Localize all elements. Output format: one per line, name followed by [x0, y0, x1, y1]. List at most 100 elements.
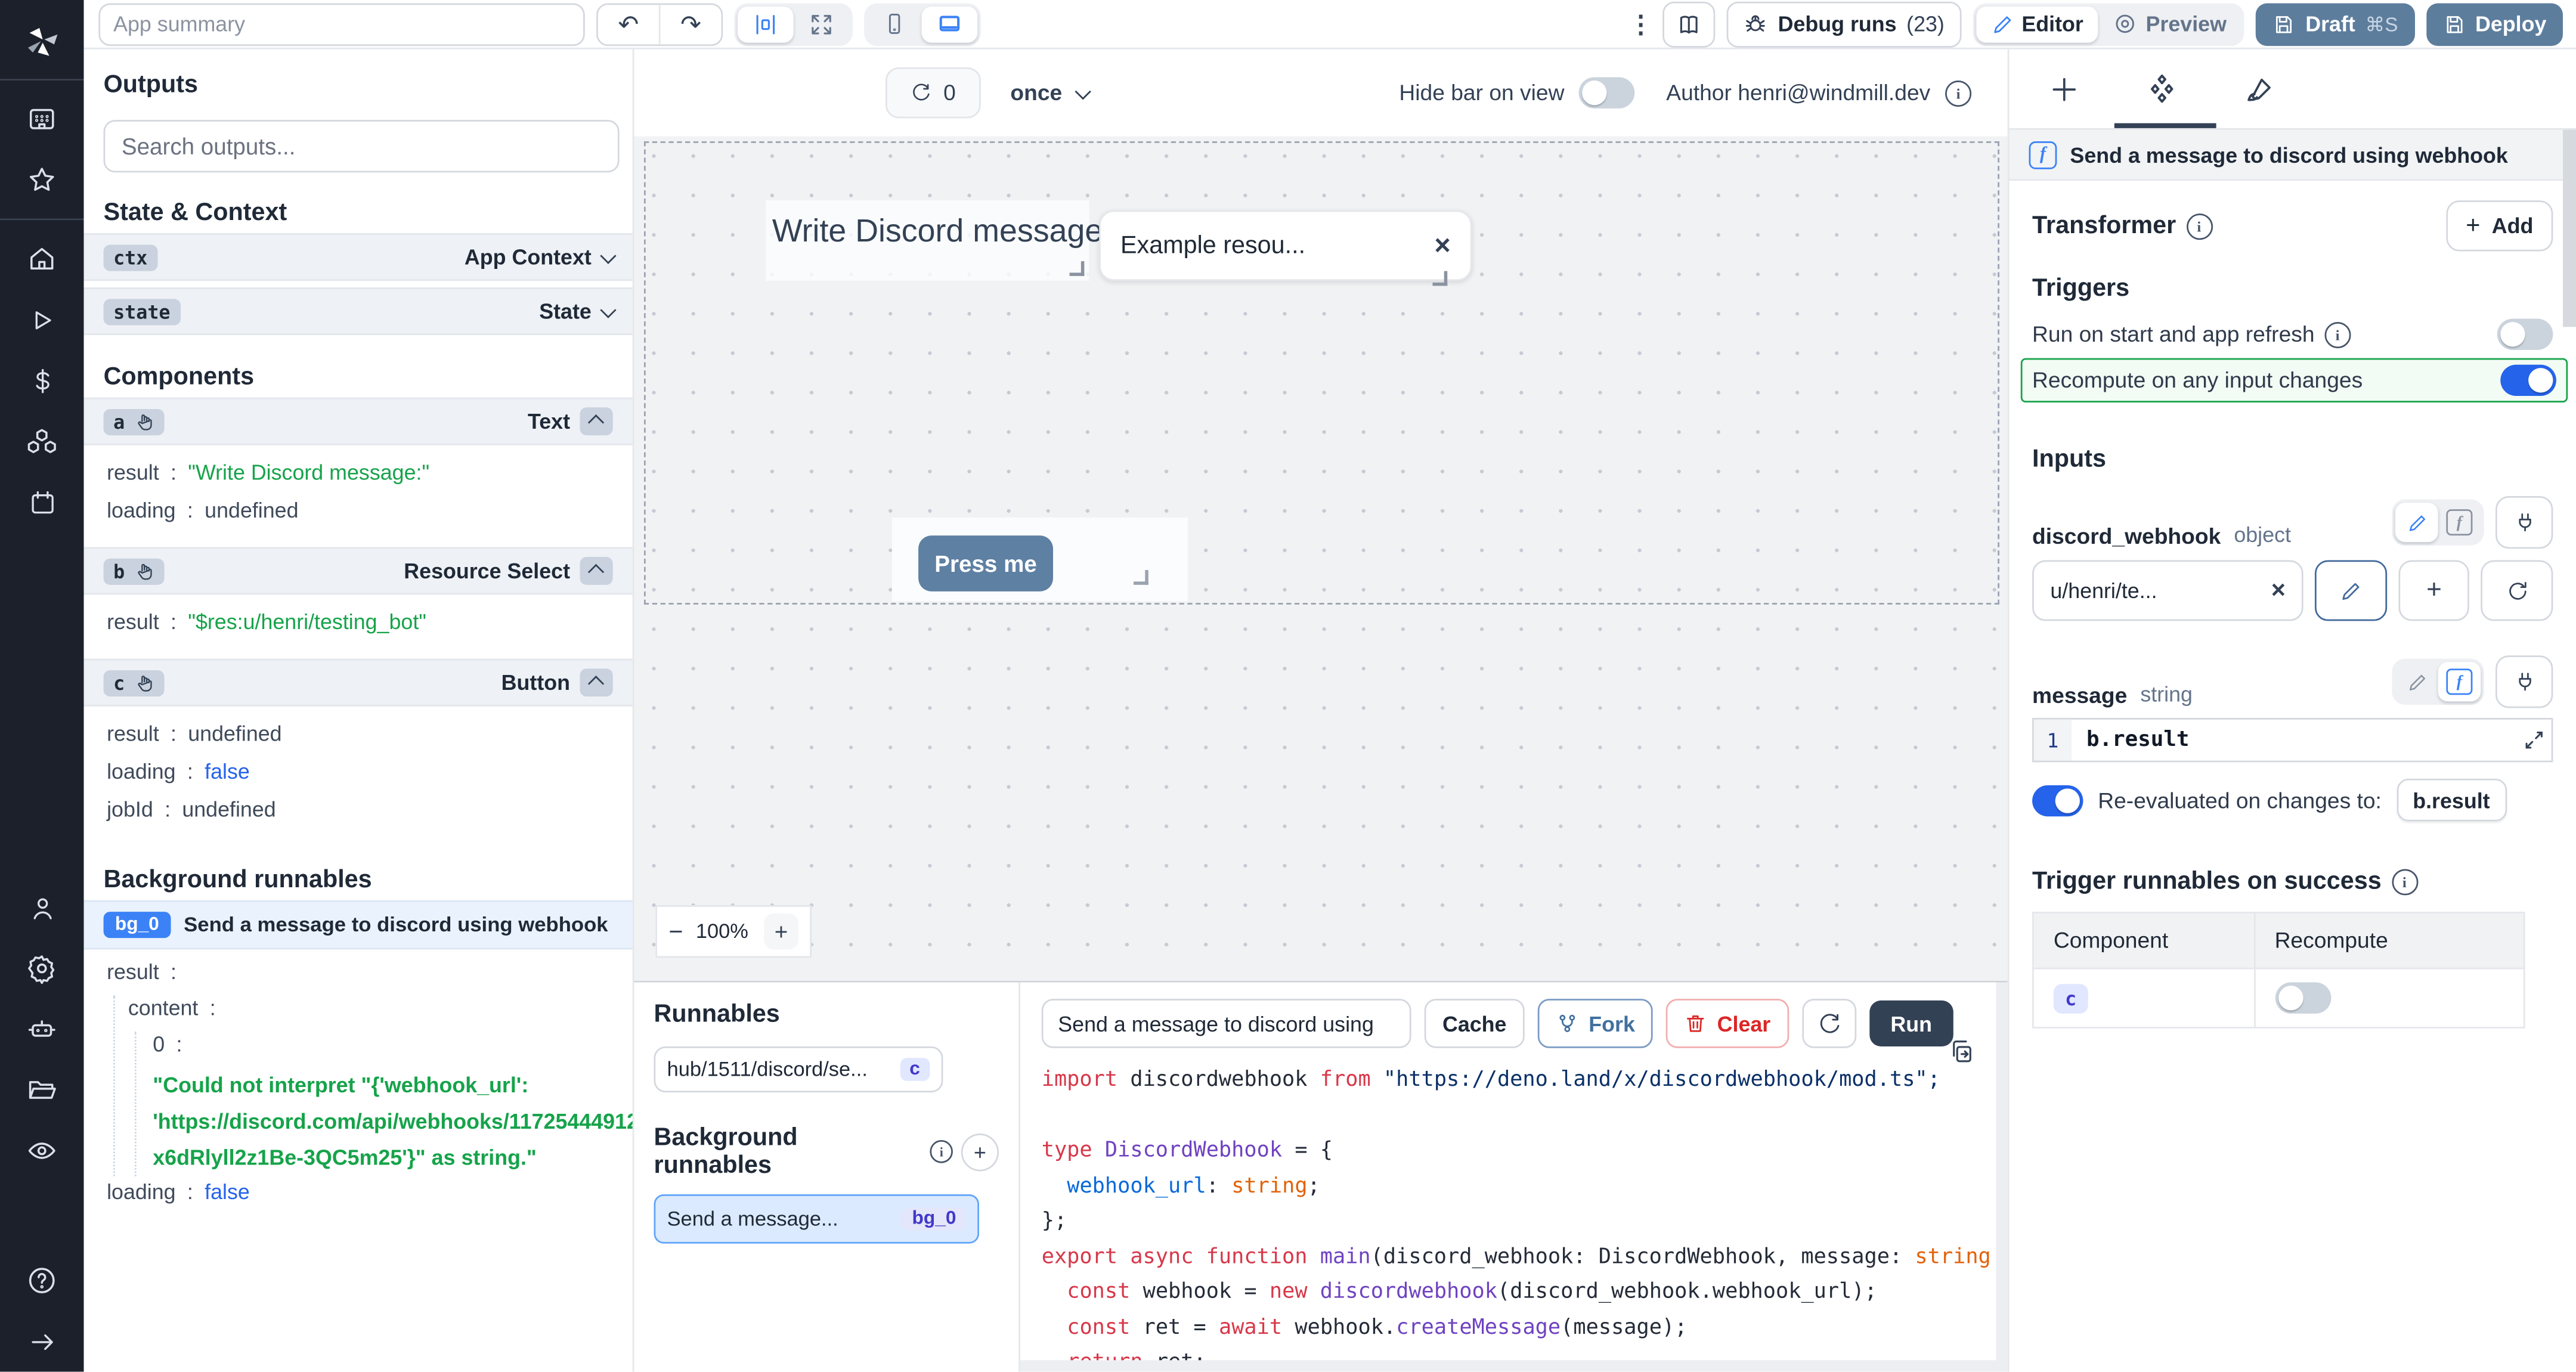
runnable-item[interactable]: hub/1511/discord/se... c [654, 1047, 943, 1093]
component-badge[interactable]: c [104, 670, 165, 696]
resize-handle[interactable] [1070, 261, 1085, 276]
component-row-a[interactable]: aText [84, 398, 633, 445]
resize-handle[interactable] [1134, 570, 1148, 585]
add-transformer-button[interactable]: +Add [2446, 200, 2553, 251]
trigger-toggle[interactable] [2500, 365, 2556, 396]
favorites-star-icon[interactable] [0, 150, 84, 210]
component-badge[interactable]: b [104, 558, 165, 584]
add-background-runnable-button[interactable]: + [961, 1133, 999, 1170]
info-icon[interactable]: i [930, 1141, 953, 1164]
message-expression-editor[interactable]: 1 b.result [2032, 718, 2553, 762]
more-menu-icon[interactable]: ⋮ [1628, 9, 1652, 39]
code-vertical-scrollbar[interactable] [1996, 983, 2007, 1372]
clear-resource-icon[interactable]: × [2271, 577, 2286, 605]
button-component-card[interactable]: Press me [892, 518, 1188, 602]
app-canvas[interactable]: Write Discord message: Example resou... … [634, 137, 2007, 981]
collapse-button[interactable] [580, 407, 613, 435]
center-layout-button[interactable] [738, 6, 794, 42]
fullscreen-layout-button[interactable] [794, 6, 850, 42]
expression-mode-fn-button[interactable]: f [2438, 662, 2481, 701]
styling-brush-tab[interactable] [2244, 73, 2275, 104]
copy-icon[interactable] [1949, 1039, 1975, 1065]
mobile-view-button[interactable] [868, 6, 922, 42]
expression-mode-fn-button[interactable]: f [2438, 503, 2481, 542]
settings-scrollbar[interactable] [2563, 130, 2576, 327]
editor-tab[interactable]: Editor [1976, 6, 2098, 42]
interval-select[interactable]: once [1010, 80, 1086, 105]
preview-tab[interactable]: Preview [2098, 6, 2241, 42]
component-row-b[interactable]: bResource Select [84, 547, 633, 594]
deploy-button[interactable]: Deploy [2426, 2, 2563, 45]
script-name-input[interactable] [1042, 999, 1411, 1049]
user-icon[interactable] [0, 878, 84, 939]
app-summary-input[interactable] [98, 2, 585, 45]
collapse-button[interactable] [580, 668, 613, 696]
resource-select-component[interactable]: Example resou... × [1099, 210, 1472, 281]
variables-dollar-icon[interactable] [0, 350, 84, 411]
code-content[interactable]: import discordwebhook from "https://deno… [1042, 1063, 2008, 1372]
help-icon[interactable] [0, 1250, 84, 1311]
collapse-button[interactable] [580, 557, 613, 585]
static-mode-pencil-button[interactable] [2395, 503, 2438, 542]
background-runnable-row[interactable]: bg_0 Send a message to discord using web… [84, 900, 633, 950]
clear-selection-icon[interactable]: × [1434, 229, 1450, 262]
code-horizontal-scrollbar[interactable] [1020, 1361, 1996, 1372]
windmill-logo[interactable] [0, 10, 84, 71]
undo-button[interactable]: ↶ [598, 4, 659, 44]
resources-cubes-icon[interactable] [0, 411, 84, 472]
run-button[interactable]: Run [1869, 1001, 1953, 1046]
trigger-toggle[interactable] [2497, 318, 2553, 349]
runs-play-icon[interactable] [0, 289, 84, 350]
zoom-out-button[interactable]: − [668, 918, 683, 946]
zoom-in-button[interactable]: + [764, 913, 798, 950]
refresh-counter[interactable]: 0 [886, 67, 981, 118]
text-component[interactable]: Write Discord message: [766, 200, 1089, 281]
info-icon[interactable]: i [2391, 868, 2417, 894]
reevaluate-toggle[interactable] [2032, 785, 2083, 816]
state-context-row[interactable]: stateState [84, 287, 633, 335]
info-icon[interactable]: i [2324, 321, 2351, 348]
clear-button[interactable]: Clear [1666, 999, 1788, 1049]
audit-eye-icon[interactable] [0, 1120, 84, 1181]
info-icon[interactable]: i [2186, 213, 2212, 239]
component-badge[interactable]: a [104, 408, 165, 435]
component-id: a [113, 410, 125, 433]
fork-button[interactable]: Fork [1538, 999, 1653, 1049]
state-context-row[interactable]: ctxApp Context [84, 233, 633, 281]
chevron-down-icon[interactable] [600, 302, 616, 318]
folders-icon[interactable] [0, 1060, 84, 1121]
docs-book-button[interactable] [1663, 1, 1716, 47]
press-me-button[interactable]: Press me [918, 535, 1053, 591]
recompute-toggle[interactable] [2275, 983, 2331, 1014]
info-icon[interactable]: i [1945, 80, 1971, 106]
background-runnable-item-selected[interactable]: Send a message... bg_0 [654, 1194, 980, 1244]
apps-icon[interactable] [0, 89, 84, 150]
cache-button[interactable]: Cache [1425, 999, 1525, 1049]
insert-plus-tab[interactable] [2049, 73, 2080, 104]
debug-runs-button[interactable]: Debug runs (23) [1727, 1, 1961, 47]
edit-resource-button[interactable] [2315, 560, 2386, 621]
canvas-column: 0 once Hide bar on view Author henri@win… [634, 49, 2007, 1372]
expand-icon[interactable] [2524, 729, 2545, 751]
desktop-view-button[interactable] [922, 6, 978, 42]
refresh-script-button[interactable] [1802, 999, 1856, 1049]
hide-bar-toggle[interactable] [1579, 77, 1635, 108]
add-resource-button[interactable]: + [2398, 560, 2470, 621]
refresh-resource-button[interactable] [2481, 560, 2553, 621]
static-mode-pencil-button[interactable] [2395, 662, 2438, 701]
redo-button[interactable]: ↷ [659, 4, 722, 44]
reevaluate-target-chip[interactable]: b.result [2397, 779, 2507, 822]
draft-button[interactable]: Draft ⌘S [2256, 2, 2414, 45]
workers-robot-icon[interactable] [0, 999, 84, 1060]
settings-gear-icon[interactable] [0, 939, 84, 999]
home-icon[interactable] [0, 228, 84, 289]
search-outputs-input[interactable] [104, 120, 620, 172]
chevron-down-icon[interactable] [600, 248, 616, 264]
connect-plug-button[interactable] [2496, 496, 2553, 549]
connect-plug-button[interactable] [2496, 655, 2553, 708]
resource-value-select[interactable]: u/henri/te... × [2032, 560, 2303, 621]
schedules-calendar-icon[interactable] [0, 472, 84, 532]
collapse-arrow-icon[interactable] [0, 1311, 84, 1372]
settings-diamonds-tab[interactable] [2145, 72, 2178, 105]
component-row-c[interactable]: cButton [84, 659, 633, 707]
